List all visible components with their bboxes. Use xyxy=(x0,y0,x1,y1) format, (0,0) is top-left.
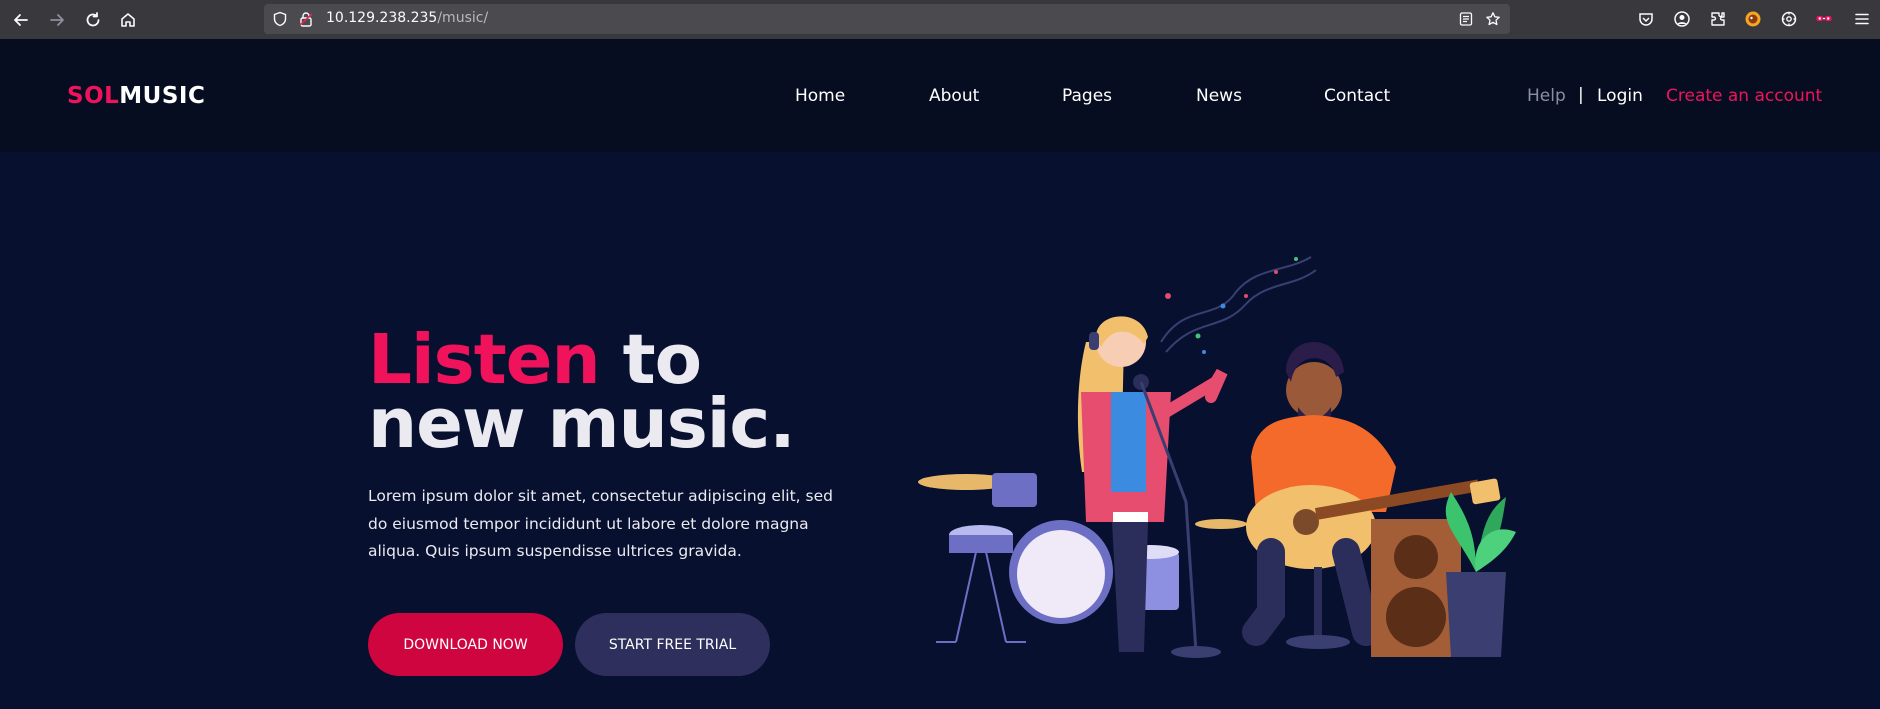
link-separator: | xyxy=(1578,85,1584,105)
hero-headline: Listen to new music. xyxy=(368,326,796,459)
logo-music: MUSIC xyxy=(119,83,206,109)
bookmark-star-icon[interactable] xyxy=(1485,11,1501,27)
headline-new-music: new music. xyxy=(368,384,796,464)
logo-sol: SOL xyxy=(67,83,120,109)
shield-icon[interactable] xyxy=(272,11,288,27)
extension-glasses-icon[interactable] xyxy=(1815,10,1833,28)
nav-pages[interactable]: Pages xyxy=(1062,86,1112,106)
home-icon[interactable] xyxy=(116,8,140,32)
hero-section: Listen to new music. Lorem ipsum dolor s… xyxy=(0,152,1880,709)
start-free-trial-button[interactable]: START FREE TRIAL xyxy=(575,613,770,676)
reload-icon[interactable] xyxy=(81,8,105,32)
hero-description: Lorem ipsum dolor sit amet, consectetur … xyxy=(368,487,833,560)
forward-icon[interactable] xyxy=(45,8,69,32)
nav-contact[interactable]: Contact xyxy=(1324,86,1390,106)
create-account-link[interactable]: Create an account xyxy=(1666,86,1822,106)
drum-kit xyxy=(918,473,1247,643)
download-now-button[interactable]: DOWNLOAD NOW xyxy=(368,613,563,676)
extension-gear-icon[interactable] xyxy=(1780,10,1798,28)
menu-icon[interactable] xyxy=(1853,10,1871,28)
url-host: 10.129.238.235 xyxy=(326,10,438,26)
extensions-icon[interactable] xyxy=(1709,10,1727,28)
musicians-illustration xyxy=(918,256,1516,658)
url-path: /music/ xyxy=(437,10,489,26)
nav-home[interactable]: Home xyxy=(795,86,845,106)
help-link[interactable]: Help xyxy=(1527,86,1566,106)
url-text[interactable]: 10.129.238.235/music/ xyxy=(326,10,488,26)
back-icon[interactable] xyxy=(9,8,33,32)
nav-about[interactable]: About xyxy=(929,86,979,106)
reader-view-icon[interactable] xyxy=(1458,11,1474,27)
browser-toolbar: 10.129.238.235/music/ xyxy=(0,0,1880,39)
lock-icon[interactable] xyxy=(298,11,314,27)
account-icon[interactable] xyxy=(1673,10,1691,28)
nav-news[interactable]: News xyxy=(1196,86,1242,106)
music-notes-decoration xyxy=(1160,256,1317,354)
login-link[interactable]: Login xyxy=(1597,86,1643,106)
site-logo[interactable]: SOLMUSIC xyxy=(67,83,205,109)
extension-fox-icon[interactable] xyxy=(1744,10,1762,28)
plant-decoration xyxy=(1445,492,1516,657)
pocket-icon[interactable] xyxy=(1637,10,1655,28)
site-header: SOLMUSIC Home About Pages News Contact H… xyxy=(0,39,1880,152)
url-bar[interactable]: 10.129.238.235/music/ xyxy=(264,4,1510,34)
